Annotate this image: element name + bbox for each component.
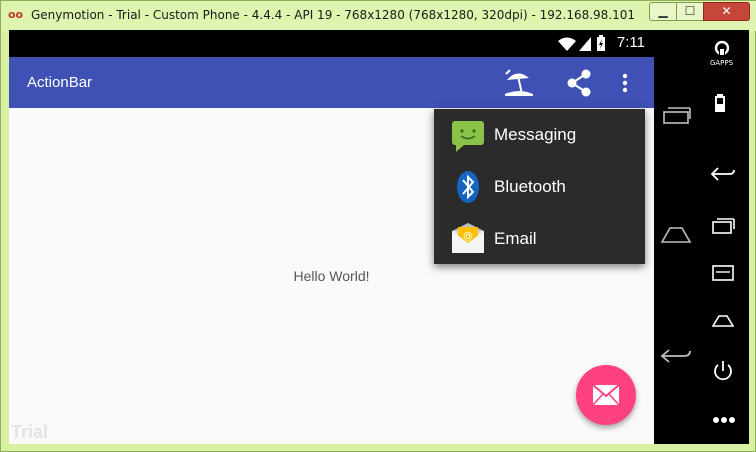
beach-umbrella-icon[interactable] bbox=[503, 68, 535, 98]
home-icon-small[interactable] bbox=[712, 314, 734, 328]
side-nav-panel: GAPPS bbox=[654, 30, 749, 444]
signal-icon bbox=[579, 37, 591, 51]
popup-menu: Messaging Bluetooth @ Email bbox=[434, 109, 645, 264]
svg-text:@: @ bbox=[463, 231, 473, 242]
window-title: Genymotion - Trial - Custom Phone - 4.4.… bbox=[31, 8, 636, 22]
menu-icon[interactable] bbox=[712, 265, 734, 281]
action-bar: ActionBar bbox=[9, 57, 654, 108]
status-time: 7:11 bbox=[616, 34, 645, 51]
bluetooth-icon bbox=[457, 171, 479, 203]
overflow-menu-icon[interactable] bbox=[614, 68, 636, 98]
menu-item-bluetooth[interactable]: Bluetooth bbox=[434, 161, 645, 213]
share-icon[interactable] bbox=[564, 68, 596, 98]
power-icon[interactable] bbox=[712, 360, 734, 382]
messaging-icon bbox=[452, 121, 484, 152]
trial-watermark: Trial bbox=[11, 422, 49, 442]
menu-item-email[interactable]: @ Email bbox=[434, 213, 645, 265]
status-icons bbox=[558, 35, 605, 51]
wifi-icon bbox=[558, 37, 576, 51]
battery-icon[interactable] bbox=[714, 94, 726, 112]
app-logo-icon: oo bbox=[8, 8, 24, 21]
menu-item-messaging[interactable]: Messaging bbox=[434, 109, 645, 161]
minimize-button[interactable]: ▁ bbox=[649, 2, 677, 21]
envelope-icon bbox=[593, 385, 619, 405]
recent-apps-icon[interactable] bbox=[662, 106, 692, 124]
more-icon[interactable] bbox=[712, 416, 736, 424]
menu-item-label: Bluetooth bbox=[494, 177, 566, 196]
hello-text: Hello World! bbox=[293, 268, 370, 284]
title-bar[interactable]: oo Genymotion - Trial - Custom Phone - 4… bbox=[1, 1, 756, 31]
close-button[interactable]: ✕ bbox=[703, 2, 750, 21]
menu-item-label: Email bbox=[494, 229, 537, 248]
email-icon: @ bbox=[452, 223, 484, 253]
device-screen: 7:11 ActionBar Hello World! Trial Messag… bbox=[9, 30, 654, 444]
recent-apps-icon-small[interactable] bbox=[712, 217, 736, 235]
gapps-label: GAPPS bbox=[709, 59, 734, 67]
menu-item-label: Messaging bbox=[494, 125, 577, 144]
status-bar: 7:11 bbox=[9, 30, 654, 57]
gapps-icon[interactable] bbox=[713, 40, 731, 58]
fab-button[interactable] bbox=[576, 365, 636, 425]
maximize-button[interactable]: ☐ bbox=[676, 2, 704, 21]
battery-charging-icon bbox=[597, 35, 605, 51]
action-bar-title: ActionBar bbox=[27, 74, 93, 91]
back-icon[interactable] bbox=[710, 166, 736, 182]
back-icon-large[interactable] bbox=[660, 348, 692, 366]
home-icon[interactable] bbox=[660, 226, 692, 244]
